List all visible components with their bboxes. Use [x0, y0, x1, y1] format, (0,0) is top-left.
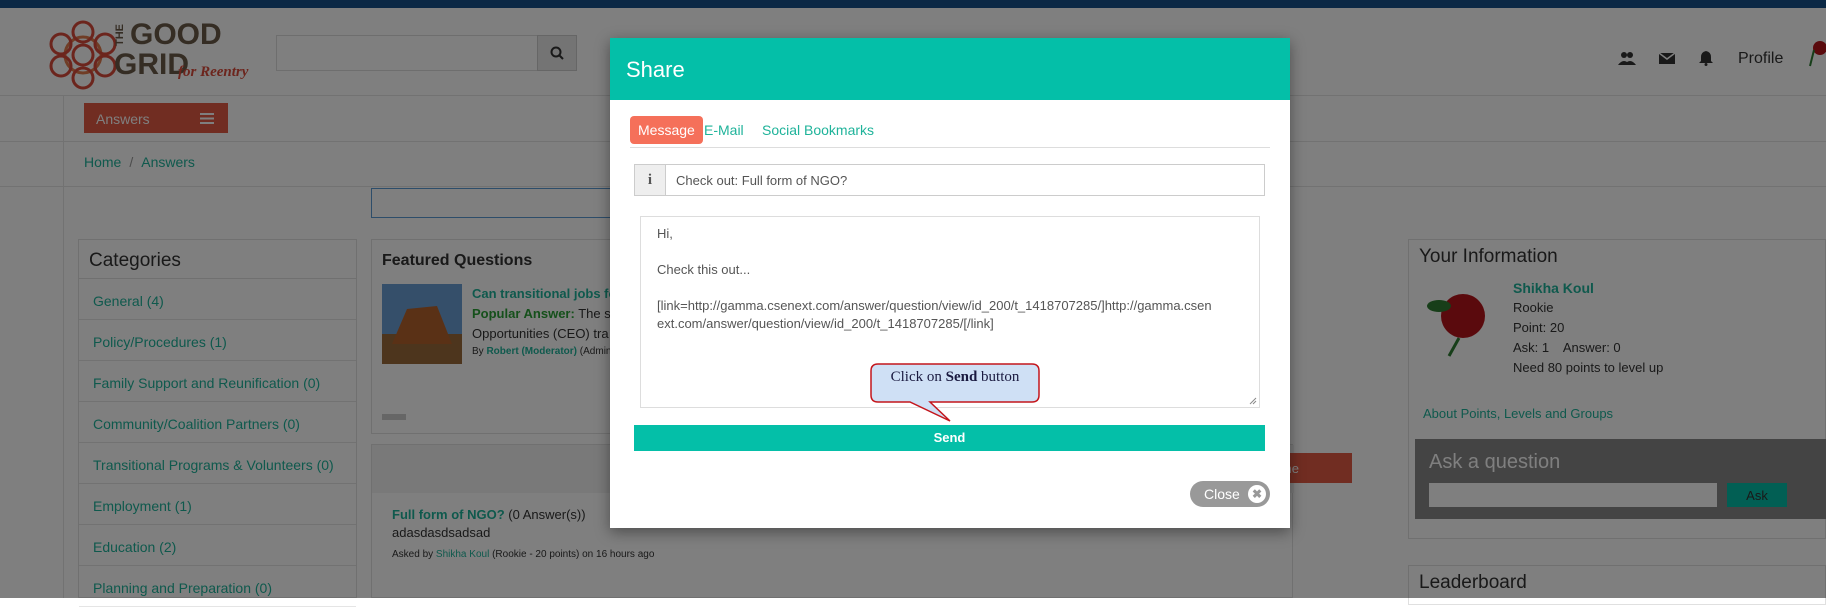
tab-social-bookmarks[interactable]: Social Bookmarks — [754, 116, 882, 144]
message-line: [link=http://gamma.csenext.com/answer/qu… — [657, 298, 1212, 313]
message-line: Check this out... — [657, 262, 751, 277]
share-modal-header: Share — [610, 38, 1290, 100]
subject-field[interactable]: i Check out: Full form of NGO? — [634, 164, 1265, 196]
send-button[interactable]: Send — [634, 425, 1265, 451]
callout-bold: Send — [945, 369, 978, 385]
callout-suffix: button — [977, 369, 1020, 385]
message-line — [657, 279, 1243, 297]
share-modal: Share Message E-Mail Social Bookmarks i … — [610, 38, 1290, 528]
close-button[interactable]: Close ✖ — [1190, 481, 1270, 507]
resize-handle-icon[interactable] — [1249, 397, 1257, 405]
share-tabs: Message E-Mail Social Bookmarks — [630, 116, 1270, 148]
callout-text: Click on Send button — [870, 369, 1040, 386]
message-line: ext.com/answer/question/view/id_200/t_14… — [657, 316, 994, 331]
close-icon: ✖ — [1248, 485, 1266, 503]
callout-prefix: Click on — [890, 369, 946, 385]
close-button-label: Close — [1204, 486, 1240, 502]
tab-message[interactable]: Message — [630, 116, 703, 144]
subject-text: Check out: Full form of NGO? — [676, 173, 848, 188]
message-line — [657, 243, 1243, 261]
instruction-callout: Click on Send button — [870, 363, 1040, 423]
tab-email[interactable]: E-Mail — [696, 116, 752, 144]
message-line: Hi, — [657, 226, 673, 241]
share-modal-title: Share — [626, 57, 685, 82]
info-icon: i — [635, 165, 666, 195]
